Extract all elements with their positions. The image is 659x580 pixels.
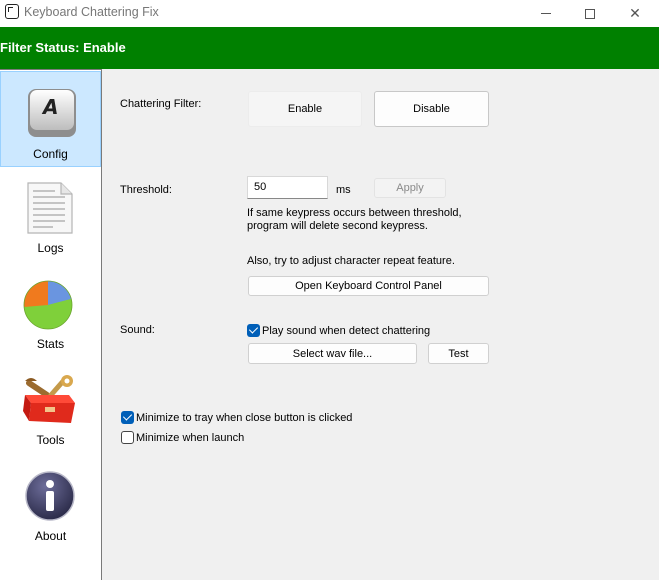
minimize-to-tray-checkbox[interactable]	[121, 411, 134, 424]
pie-chart-icon	[23, 280, 73, 330]
select-wav-file-button[interactable]: Select wav file...	[248, 343, 417, 364]
sidebar-item-label: Logs	[37, 241, 64, 255]
close-icon: ✕	[629, 5, 641, 22]
keyboard-key-icon: A	[28, 89, 76, 137]
disable-button[interactable]: Disable	[374, 91, 489, 127]
sidebar-item-config[interactable]: A Config	[0, 71, 101, 167]
minimize-button[interactable]	[523, 0, 569, 27]
document-icon	[27, 182, 73, 234]
sidebar-item-stats[interactable]: Stats	[0, 263, 101, 359]
play-sound-label[interactable]: Play sound when detect chattering	[262, 325, 430, 337]
close-button[interactable]: ✕	[612, 0, 658, 27]
repeat-hint: Also, try to adjust character repeat fea…	[247, 255, 455, 267]
toolbox-icon	[23, 375, 75, 423]
play-sound-checkbox[interactable]	[247, 324, 260, 337]
window-title: Keyboard Chattering Fix	[24, 5, 159, 19]
minimize-when-launch-label[interactable]: Minimize when launch	[136, 432, 244, 444]
sidebar: A Config Logs Stats Tools About	[0, 69, 102, 580]
sidebar-item-tools[interactable]: Tools	[0, 359, 101, 455]
info-icon	[25, 471, 75, 521]
minimize-icon	[541, 13, 551, 14]
sound-label: Sound:	[120, 324, 155, 336]
enable-button[interactable]: Enable	[248, 91, 362, 127]
filter-status-bar: Filter Status: Enable	[0, 27, 659, 69]
sidebar-item-label: Tools	[36, 433, 65, 447]
minimize-when-launch-checkbox[interactable]	[121, 431, 134, 444]
apply-button[interactable]: Apply	[374, 178, 446, 198]
filter-status-text: Filter Status: Enable	[0, 40, 126, 55]
threshold-help-line-1: If same keypress occurs between threshol…	[247, 207, 462, 219]
maximize-button[interactable]	[567, 0, 613, 27]
sidebar-item-label: Config	[33, 147, 68, 161]
title-bar: Keyboard Chattering Fix ✕	[0, 0, 659, 27]
sidebar-item-label: About	[34, 529, 67, 543]
maximize-icon	[585, 8, 595, 19]
threshold-unit: ms	[336, 184, 351, 196]
key-letter: A	[41, 95, 58, 119]
threshold-label: Threshold:	[120, 184, 172, 196]
app-keyboard-icon	[5, 4, 19, 19]
threshold-input[interactable]: 50	[247, 176, 328, 199]
test-sound-button[interactable]: Test	[428, 343, 489, 364]
threshold-help-line-2: program will delete second keypress.	[247, 220, 428, 232]
sidebar-item-logs[interactable]: Logs	[0, 167, 101, 263]
sidebar-item-label: Stats	[36, 337, 65, 351]
open-keyboard-control-panel-button[interactable]: Open Keyboard Control Panel	[248, 276, 489, 296]
sidebar-item-about[interactable]: About	[0, 455, 101, 551]
minimize-to-tray-label[interactable]: Minimize to tray when close button is cl…	[136, 412, 352, 424]
chattering-filter-label: Chattering Filter:	[120, 98, 202, 110]
